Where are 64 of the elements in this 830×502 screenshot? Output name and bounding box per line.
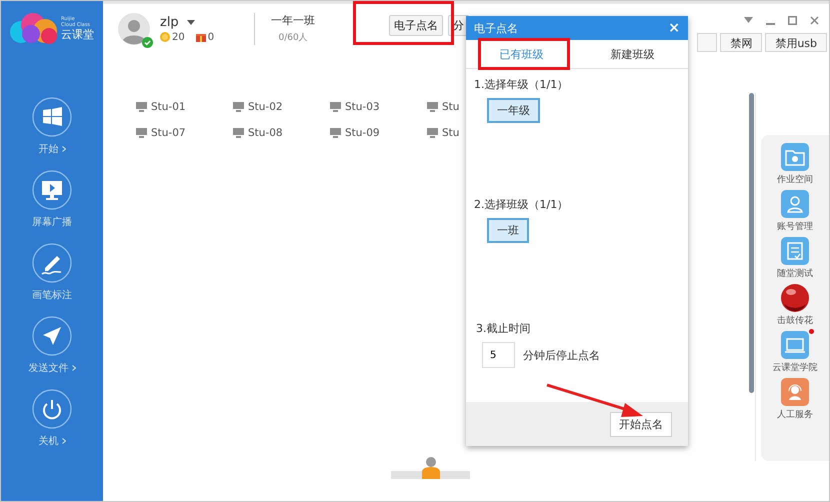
student-name[interactable]: Stu: [442, 101, 460, 113]
minutes-field[interactable]: 5: [482, 342, 515, 368]
user-name[interactable]: zlp: [160, 14, 179, 30]
student-name[interactable]: Stu: [442, 127, 460, 139]
option-button[interactable]: 一年级: [487, 98, 540, 123]
student-name[interactable]: Stu-08: [248, 127, 283, 139]
sidebar-label: 关机: [38, 434, 58, 448]
panel-item[interactable]: 云课堂学院: [772, 331, 818, 374]
coin-icon: [160, 32, 170, 42]
field-suffix: 分钟后停止点名: [523, 348, 600, 362]
option-button[interactable]: 一班: [487, 218, 529, 243]
paper-plane-icon: [32, 316, 72, 356]
monitor-icon: [330, 102, 341, 112]
gift-icon: [196, 32, 206, 42]
dialog-title: 电子点名: [474, 20, 518, 36]
close-button[interactable]: ×: [668, 20, 680, 36]
maximize-icon[interactable]: [788, 16, 797, 24]
sidebar-label: 开始: [38, 143, 58, 156]
toolbar-button[interactable]: 禁网: [720, 32, 762, 52]
student-name[interactable]: Stu-07: [151, 127, 186, 139]
monitor-icon: [427, 102, 438, 112]
sidebar-label: 屏幕广播: [32, 216, 72, 229]
person-icon: [422, 457, 440, 479]
student-name[interactable]: Stu-02: [248, 101, 283, 113]
monitor-icon: [330, 128, 341, 138]
step-label: 3.截止时间: [476, 321, 532, 336]
tab[interactable]: 已有班级: [466, 40, 577, 68]
start-button[interactable]: 开始点名: [610, 412, 672, 436]
student-name[interactable]: Stu-03: [345, 101, 380, 113]
dropdown-caret-icon[interactable]: [744, 17, 753, 23]
class-name: 一年一班: [271, 13, 316, 28]
student-count: 0/60人: [278, 32, 308, 44]
panel-item[interactable]: 击鼓传花: [777, 284, 813, 327]
coin-count: 20: [172, 32, 185, 42]
panel-item[interactable]: 人工服务: [777, 378, 813, 421]
sidebar-label: 画笔标注: [32, 288, 72, 302]
panel-item[interactable]: 账号管理: [777, 190, 813, 233]
monitor-play-icon: [32, 170, 72, 210]
gift-count: 0: [208, 32, 214, 42]
monitor-icon: [136, 128, 147, 138]
step-label: 1.选择年级（1/1）: [474, 77, 570, 92]
dropdown-caret-icon[interactable]: [186, 20, 195, 24]
power-icon: [32, 389, 72, 429]
logo-text: 云课堂: [61, 28, 94, 40]
panel-item[interactable]: 作业空间: [777, 143, 813, 186]
avatar-icon: [118, 12, 150, 44]
windows-icon: [32, 97, 72, 137]
monitor-icon: [233, 102, 244, 112]
tab[interactable]: 新建班级: [577, 40, 688, 68]
check-badge-icon: [142, 36, 153, 48]
scrollbar-thumb[interactable]: [749, 93, 754, 393]
cloud-logo-icon: [7, 12, 59, 44]
toolbar-button[interactable]: 电子点名: [389, 15, 444, 36]
panel-item[interactable]: 随堂测试: [777, 237, 813, 280]
toolbar-button[interactable]: 禁用usb: [765, 32, 827, 52]
step-label: 2.选择班级（1/1）: [474, 197, 570, 212]
sidebar-label: 发送文件: [28, 362, 68, 375]
student-name[interactable]: Stu-01: [151, 101, 186, 113]
monitor-icon: [427, 128, 438, 138]
student-name[interactable]: Stu-09: [345, 127, 380, 139]
pen-icon: [32, 243, 72, 283]
monitor-icon: [136, 102, 147, 112]
monitor-icon: [233, 128, 244, 138]
close-icon[interactable]: [810, 16, 819, 24]
